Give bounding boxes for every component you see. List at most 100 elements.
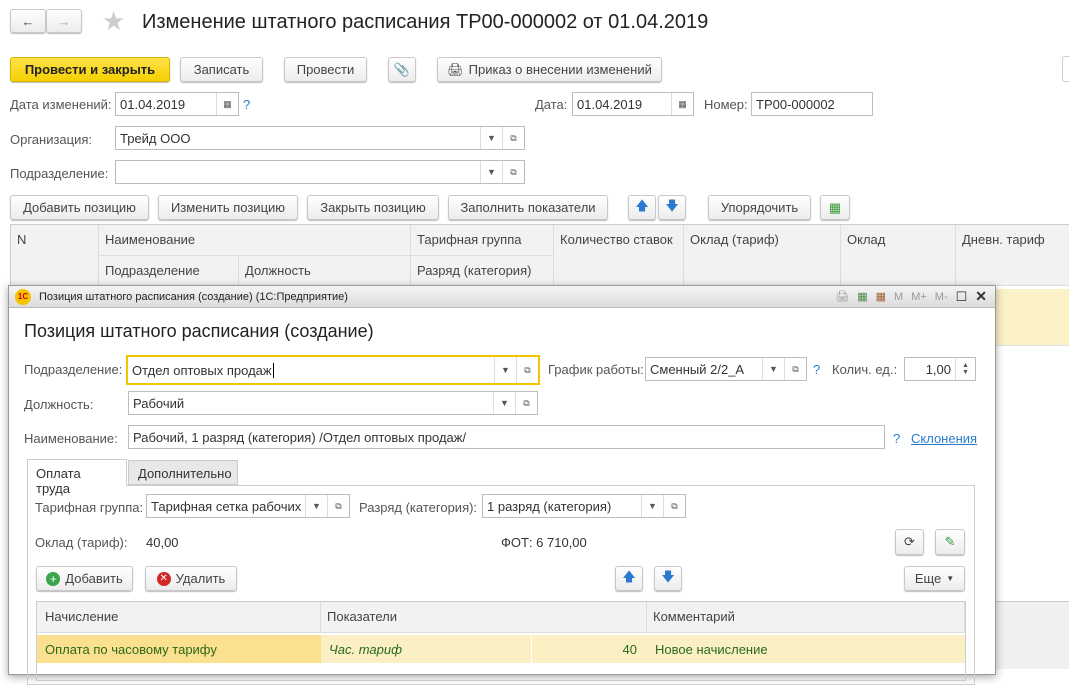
schedule-value: Сменный 2/2_А — [650, 361, 745, 377]
dialog-heading: Позиция штатного расписания (создание) — [24, 321, 374, 341]
date-label: Дата: — [535, 97, 568, 112]
col-indicators[interactable]: Показатели — [321, 602, 647, 633]
fill-indicators-button[interactable]: Заполнить показатели — [448, 195, 608, 220]
accrual-up-button[interactable]: 🡅 — [615, 566, 643, 591]
position-label: Должность: — [24, 397, 94, 412]
col-daily-tariff[interactable]: Дневн. тариф — [956, 225, 1069, 286]
open-icon[interactable]: ⧉ — [502, 161, 524, 183]
col-grade[interactable]: Разряд (категория) — [411, 256, 554, 286]
help-icon[interactable]: ? — [243, 97, 250, 112]
post-and-close-button[interactable]: Провести и закрыть — [10, 57, 170, 82]
post-button[interactable]: Провести — [284, 57, 367, 82]
refresh-button[interactable]: ⟳ — [895, 529, 924, 555]
col-tariff-group[interactable]: Тарифная группа — [411, 225, 554, 256]
move-up-button[interactable]: 🡅 — [628, 195, 656, 220]
calendar-icon[interactable]: ▦ — [216, 93, 238, 115]
date-field[interactable]: 01.04.2019 ▦ — [572, 92, 694, 116]
dropdown-icon[interactable]: ▼ — [494, 357, 516, 383]
units-stepper[interactable]: 1,00 ▲ ▼ — [904, 357, 976, 381]
open-icon[interactable]: ⧉ — [327, 495, 349, 517]
memory-plus-button[interactable]: M+ — [911, 291, 927, 303]
number-field[interactable]: ТР00-000002 — [751, 92, 873, 116]
help-icon[interactable]: ? — [893, 431, 900, 446]
move-down-button[interactable]: 🡇 — [658, 195, 686, 220]
memory-m-button[interactable]: M — [894, 291, 903, 303]
dialog-dept-field[interactable]: Отдел оптовых продаж ▼ ⧉ — [126, 355, 540, 385]
help-icon[interactable]: ? — [813, 362, 820, 377]
units-label: Колич. ед.: — [832, 362, 898, 377]
close-icon[interactable]: ✕ — [975, 288, 987, 305]
side-button[interactable] — [1062, 56, 1069, 82]
accruals-table: Начисление Показатели Комментарий Оплата… — [36, 601, 966, 681]
open-icon[interactable]: ⧉ — [516, 357, 538, 383]
dropdown-icon[interactable]: ▼ — [480, 161, 502, 183]
forward-button[interactable]: → — [46, 9, 82, 33]
save-button[interactable]: Записать — [180, 57, 263, 82]
units-value: 1,00 — [925, 361, 951, 377]
salary-value: 40,00 — [146, 535, 179, 550]
position-field[interactable]: Рабочий ▼ ⧉ — [128, 391, 538, 415]
dialog-titlebar[interactable]: 1С Позиция штатного расписания (создание… — [9, 286, 995, 308]
dialog-dept-value: Отдел оптовых продаж — [132, 362, 272, 378]
calendar-icon[interactable]: ▦ — [671, 93, 693, 115]
back-button[interactable]: ← — [10, 9, 46, 33]
dropdown-icon[interactable]: ▼ — [480, 127, 502, 149]
tariff-group-field[interactable]: Тарифная сетка рабочих ▼ ⧉ — [146, 494, 350, 518]
edit-position-button[interactable]: Изменить позицию — [158, 195, 298, 220]
dropdown-icon[interactable]: ▼ — [305, 495, 327, 517]
org-field[interactable]: Трейд ООО ▼ ⧉ — [115, 126, 525, 150]
page-title: Изменение штатного расписания ТР00-00000… — [142, 11, 709, 33]
dropdown-icon[interactable]: ▼ — [493, 392, 515, 414]
calculator-icon[interactable]: ▦ — [857, 290, 867, 303]
col-dept[interactable]: Подразделение — [99, 256, 239, 286]
name-field[interactable]: Рабочий, 1 разряд (категория) /Отдел опт… — [128, 425, 885, 449]
print-icon[interactable]: 🖨 — [835, 290, 849, 303]
col-n[interactable]: N — [11, 225, 99, 286]
col-position[interactable]: Должность — [239, 256, 411, 286]
calendar-icon[interactable]: ▦ — [876, 290, 886, 303]
tab-payment[interactable]: Оплата труда — [27, 459, 127, 496]
col-salary-tariff[interactable]: Оклад (тариф) — [684, 225, 841, 286]
table-row[interactable]: Оплата по часовому тарифу Час. тариф 40 … — [37, 635, 965, 663]
dept-field[interactable]: ▼ ⧉ — [115, 160, 525, 184]
tariff-group-value: Тарифная сетка рабочих — [151, 498, 302, 514]
attach-button[interactable]: 📎 — [388, 57, 416, 82]
tab-additional[interactable]: Дополнительно — [128, 460, 238, 485]
memory-minus-button[interactable]: M- — [935, 291, 948, 303]
col-accrual[interactable]: Начисление — [37, 602, 321, 633]
dept-label: Подразделение: — [10, 166, 109, 181]
col-salary[interactable]: Оклад — [841, 225, 956, 286]
stepper-arrows-icon[interactable]: ▲ ▼ — [955, 358, 975, 380]
sort-button[interactable]: Упорядочить — [708, 195, 811, 220]
col-comment[interactable]: Комментарий — [647, 602, 965, 633]
close-position-button[interactable]: Закрыть позицию — [307, 195, 439, 220]
favorite-star-icon[interactable]: ★ — [102, 6, 125, 37]
comment-cell[interactable]: Новое начисление — [647, 635, 776, 664]
indicator-cell[interactable]: Час. тариф — [323, 635, 408, 664]
open-icon[interactable]: ⧉ — [502, 127, 524, 149]
edit-button[interactable]: ✎ — [935, 529, 965, 555]
add-accrual-button[interactable]: + Добавить — [36, 566, 133, 591]
print-order-button[interactable]: 🖨 Приказ о внесении изменений — [437, 57, 662, 82]
add-circle-icon: + — [46, 571, 61, 586]
refresh-icon: ⟳ — [904, 534, 915, 549]
table-settings-button[interactable]: ▦ — [820, 195, 850, 220]
add-position-button[interactable]: Добавить позицию — [10, 195, 149, 220]
open-icon[interactable]: ⧉ — [515, 392, 537, 414]
open-icon[interactable]: ⧉ — [784, 358, 806, 380]
accrual-cell[interactable]: Оплата по часовому тарифу — [37, 635, 321, 663]
delete-accrual-button[interactable]: ✕ Удалить — [145, 566, 237, 591]
accrual-down-button[interactable]: 🡇 — [654, 566, 682, 591]
maximize-icon[interactable]: ☐ — [956, 289, 968, 305]
grade-field[interactable]: 1 разряд (категория) ▼ ⧉ — [482, 494, 686, 518]
change-date-field[interactable]: 01.04.2019 ▦ — [115, 92, 239, 116]
more-button[interactable]: Еще ▼ — [904, 566, 965, 591]
schedule-field[interactable]: Сменный 2/2_А ▼ ⧉ — [645, 357, 807, 381]
dropdown-icon[interactable]: ▼ — [641, 495, 663, 517]
dropdown-icon[interactable]: ▼ — [762, 358, 784, 380]
indicator-value-cell[interactable]: 40 — [531, 635, 645, 663]
col-name[interactable]: Наименование — [99, 225, 411, 256]
col-rates[interactable]: Количество ставок — [554, 225, 684, 286]
open-icon[interactable]: ⧉ — [663, 495, 685, 517]
declensions-link[interactable]: Склонения — [911, 431, 977, 446]
